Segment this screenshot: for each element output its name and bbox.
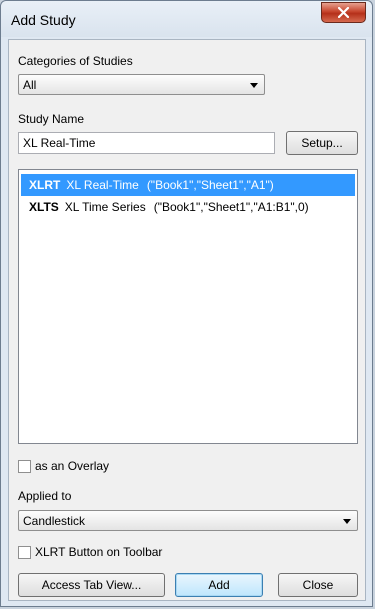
add-button[interactable]: Add [175,573,263,597]
applied-to-label: Applied to [18,489,72,503]
study-code: XLTS [29,200,59,214]
window-close-button[interactable] [321,2,366,23]
study-row-xlrt[interactable]: XLRT XL Real-Time ("Book1","Sheet1","A1") [21,174,355,196]
overlay-checkbox-row[interactable]: as an Overlay [18,459,109,473]
setup-button[interactable]: Setup... [286,131,358,155]
title-bar[interactable]: Add Study [1,1,372,37]
categories-label: Categories of Studies [18,54,133,68]
toolbar-button-checkbox[interactable] [18,545,31,559]
overlay-label: as an Overlay [35,459,110,473]
study-code: XLRT [29,178,61,192]
study-name-label: Study Name [18,112,85,126]
chevron-down-icon [250,83,258,88]
applied-to-select[interactable]: Candlestick [18,510,358,531]
chevron-down-icon [343,519,351,524]
study-name-input[interactable] [18,132,275,154]
close-button[interactable]: Close [278,573,358,597]
window-title: Add Study [11,12,76,28]
overlay-checkbox[interactable] [18,459,31,473]
study-name: XL Real-Time [66,178,139,192]
applied-to-selected-value: Candlestick [23,514,86,528]
study-list[interactable]: XLRT XL Real-Time ("Book1","Sheet1","A1") … [18,169,358,444]
access-tab-view-button[interactable]: Access Tab View... [18,573,165,597]
toolbar-checkbox-row[interactable]: XLRT Button on Toolbar [18,545,162,559]
categories-select[interactable]: All [18,74,265,95]
close-icon [337,6,350,19]
study-args: ("Book1","Sheet1","A1") [146,178,274,192]
study-row-xlts[interactable]: XLTS XL Time Series ("Book1","Sheet1","A1:… [21,196,355,218]
toolbar-button-label: XLRT Button on Toolbar [35,545,163,559]
categories-selected-value: All [23,78,37,92]
study-name: XL Time Series [64,200,146,214]
dialog-body: Categories of Studies All Study Name Set… [8,39,366,601]
add-study-dialog: Add Study Categories of Studies All Stud… [0,0,373,607]
study-args: ("Book1","Sheet1","A1:B1",0) [153,200,309,214]
